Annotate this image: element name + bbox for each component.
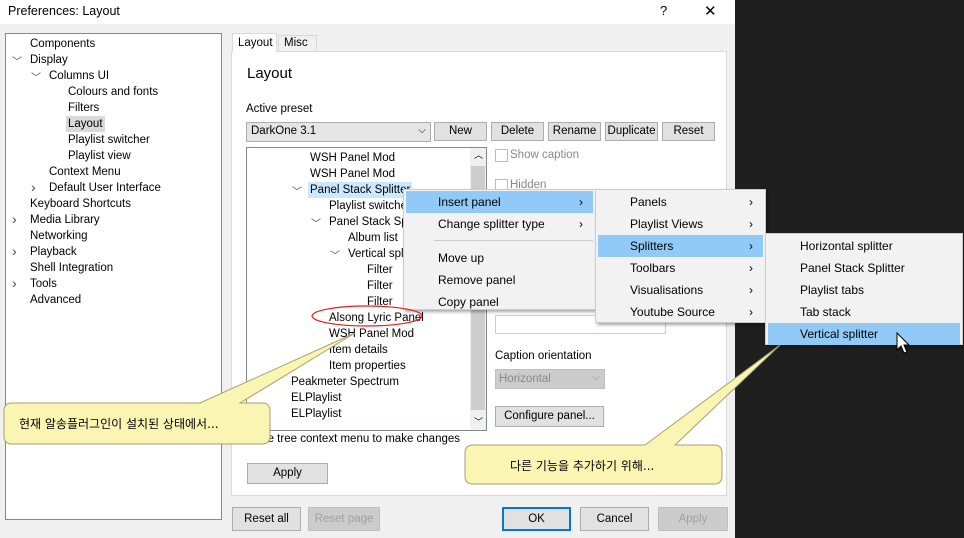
tab-misc[interactable]: Misc — [278, 35, 317, 51]
callout-2-text: 다른 기능을 추가하기 위해... — [510, 459, 655, 473]
highlight-ellipse — [311, 305, 423, 327]
mouse-cursor-icon — [896, 331, 911, 354]
annotation-overlay — [3, 305, 911, 485]
tab-layout[interactable]: Layout — [232, 33, 277, 52]
callout-1-text: 현재 알송플러그인이 설치된 상태에서... — [19, 417, 219, 431]
